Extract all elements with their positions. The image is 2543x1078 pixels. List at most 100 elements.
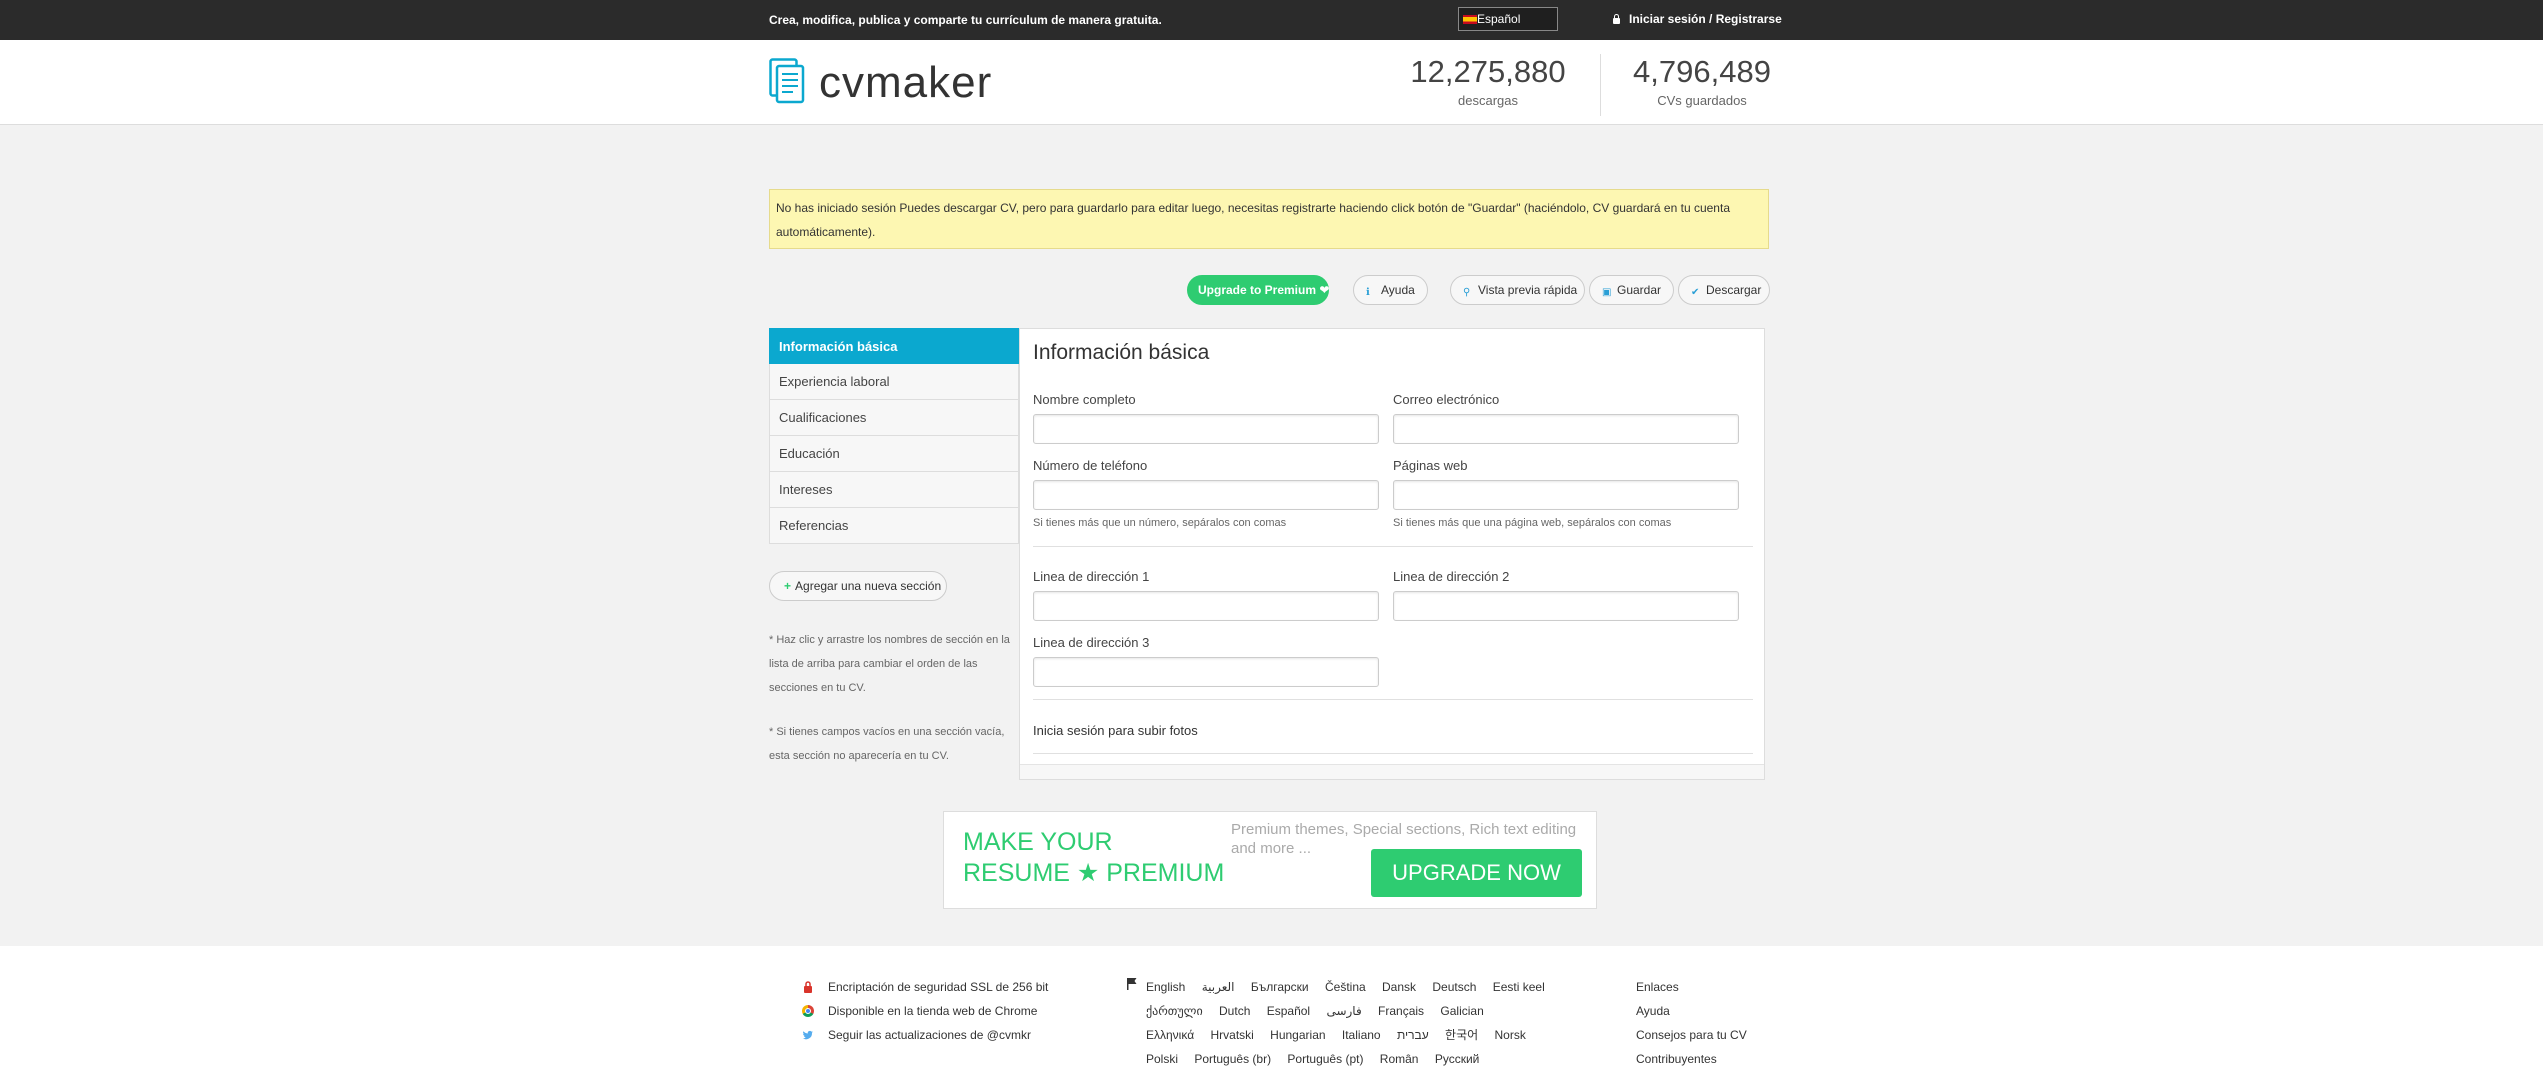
empty-section-note: * Si tienes campos vacíos en una sección… bbox=[769, 726, 1005, 762]
web-pages-field[interactable] bbox=[1393, 480, 1739, 510]
full-name-field[interactable] bbox=[1033, 414, 1379, 444]
phone-help: Si tienes más que un número, sepáralos c… bbox=[1033, 517, 1287, 529]
lang-link[interactable]: Deutsch bbox=[1432, 980, 1476, 994]
download-button[interactable]: ✔ Descargar bbox=[1678, 275, 1770, 305]
chrome-icon bbox=[802, 1005, 814, 1017]
header: cvmaker 12,275,880 descargas 4,796,489 C… bbox=[0, 40, 2543, 125]
address-line-3-label: Linea de dirección 3 bbox=[1033, 635, 1150, 650]
login-register-link[interactable]: Iniciar sesión / Registrarse bbox=[1612, 12, 1782, 26]
document-logo-icon bbox=[769, 58, 805, 104]
twitter-icon bbox=[802, 1030, 813, 1040]
saved-cvs-stat: 4,796,489 CVs guardados bbox=[1632, 54, 1772, 108]
lang-link[interactable]: Dutch bbox=[1219, 1004, 1250, 1018]
address-line-2-field[interactable] bbox=[1393, 591, 1739, 621]
plus-icon: + bbox=[784, 579, 792, 593]
search-icon: ⚲ bbox=[1463, 287, 1471, 298]
upgrade-now-button[interactable]: UPGRADE NOW bbox=[1371, 849, 1582, 897]
language-row: ქართული Dutch Español فارسی Français Gal… bbox=[1146, 999, 1546, 1023]
lang-link[interactable]: ქართული bbox=[1146, 1004, 1203, 1018]
language-row: Polski Português (br) Português (pt) Rom… bbox=[1146, 1047, 1546, 1071]
lang-link[interactable]: Русский bbox=[1435, 1052, 1480, 1066]
premium-banner[interactable]: MAKE YOUR RESUME ★ PREMIUM Premium theme… bbox=[943, 811, 1597, 909]
lang-link[interactable]: Português (pt) bbox=[1287, 1052, 1363, 1066]
add-section-button[interactable]: + Agregar una nueva sección bbox=[769, 571, 947, 601]
email-label: Correo electrónico bbox=[1393, 392, 1500, 407]
lock-icon bbox=[804, 981, 812, 993]
lang-link[interactable]: English bbox=[1146, 980, 1185, 994]
sidebar-item-education[interactable]: Educación bbox=[769, 436, 1019, 472]
login-label: Iniciar sesión / Registrarse bbox=[1629, 12, 1782, 26]
sidebar-item-references[interactable]: Referencias bbox=[769, 508, 1019, 544]
twitter-text: Seguir las actualizaciones de @cvmkr bbox=[828, 1028, 1031, 1042]
lang-link[interactable]: Român bbox=[1380, 1052, 1419, 1066]
lang-link[interactable]: Eesti keel bbox=[1493, 980, 1545, 994]
quick-preview-button[interactable]: ⚲ Vista previa rápida bbox=[1450, 275, 1585, 305]
banner-line-1: MAKE YOUR bbox=[963, 828, 1113, 856]
basic-info-form: Información básica Nombre completo Corre… bbox=[1019, 328, 1765, 780]
preview-label: Vista previa rápida bbox=[1478, 283, 1578, 297]
address-line-1-label: Linea de dirección 1 bbox=[1033, 569, 1150, 584]
form-footer-strip bbox=[1020, 764, 1764, 779]
twitter-link[interactable]: Seguir las actualizaciones de @cvmkr bbox=[800, 1023, 1048, 1047]
spain-flag-icon bbox=[1463, 15, 1477, 25]
sidebar-item-interests[interactable]: Intereses bbox=[769, 472, 1019, 508]
language-links: English العربية Български Čeština Dansk … bbox=[1146, 975, 1546, 1071]
email-field[interactable] bbox=[1393, 414, 1739, 444]
address-line-1-field[interactable] bbox=[1033, 591, 1379, 621]
address-line-2-label: Linea de dirección 2 bbox=[1393, 569, 1510, 584]
footer-link-links[interactable]: Enlaces bbox=[1636, 975, 1747, 999]
language-select-value: Español bbox=[1477, 12, 1521, 26]
address-line-3-field[interactable] bbox=[1033, 657, 1379, 687]
section-list: Información básica Experiencia laboral C… bbox=[769, 328, 1019, 544]
help-button[interactable]: ℹ Ayuda bbox=[1353, 275, 1428, 305]
lang-link[interactable]: فارسی bbox=[1326, 1004, 1361, 1018]
lang-link[interactable]: Español bbox=[1267, 1004, 1310, 1018]
lang-link[interactable]: 한국어 bbox=[1445, 1028, 1478, 1042]
sidebar-item-work-experience[interactable]: Experiencia laboral bbox=[769, 364, 1019, 400]
save-button[interactable]: ▣ Guardar bbox=[1589, 275, 1674, 305]
login-upload-photo-link[interactable]: Inicia sesión para subir fotos bbox=[1033, 723, 1198, 738]
language-select[interactable]: Español bbox=[1458, 7, 1558, 31]
footer-info: Encriptación de seguridad SSL de 256 bit… bbox=[800, 975, 1048, 1047]
sidebar-item-basic-info[interactable]: Información básica bbox=[769, 328, 1019, 364]
download-label: Descargar bbox=[1706, 283, 1762, 297]
footer-link-help[interactable]: Ayuda bbox=[1636, 999, 1747, 1023]
lang-link[interactable]: Italiano bbox=[1342, 1028, 1381, 1042]
web-pages-help: Si tienes más que una página web, sepára… bbox=[1393, 517, 1672, 529]
upgrade-premium-button[interactable]: Upgrade to Premium ❤ bbox=[1187, 275, 1329, 305]
login-notice: No has iniciado sesión Puedes descargar … bbox=[769, 189, 1769, 249]
web-pages-label: Páginas web bbox=[1393, 458, 1468, 473]
sidebar-item-qualifications[interactable]: Cualificaciones bbox=[769, 400, 1019, 436]
lang-link[interactable]: עברית bbox=[1397, 1028, 1429, 1042]
lang-link[interactable]: Français bbox=[1378, 1004, 1424, 1018]
lang-link[interactable]: Português (br) bbox=[1194, 1052, 1271, 1066]
lang-link[interactable]: Čeština bbox=[1325, 980, 1366, 994]
footer-link-contributors[interactable]: Contribuyentes bbox=[1636, 1047, 1747, 1071]
lock-icon bbox=[1612, 14, 1621, 24]
downloads-count: 12,275,880 bbox=[1410, 54, 1566, 89]
tagline: Crea, modifica, publica y comparte tu cu… bbox=[769, 13, 1162, 27]
save-label: Guardar bbox=[1617, 283, 1662, 297]
lang-link[interactable]: Български bbox=[1251, 980, 1309, 994]
phone-field[interactable] bbox=[1033, 480, 1379, 510]
phone-label: Número de teléfono bbox=[1033, 458, 1148, 473]
lang-link[interactable]: Norsk bbox=[1495, 1028, 1526, 1042]
lang-link[interactable]: Hrvatski bbox=[1210, 1028, 1253, 1042]
downloads-label: descargas bbox=[1458, 93, 1518, 108]
lang-link[interactable]: العربية bbox=[1202, 980, 1235, 994]
footer-link-cv-tips[interactable]: Consejos para tu CV bbox=[1636, 1023, 1747, 1047]
chrome-store-link[interactable]: Disponible en la tienda web de Chrome bbox=[800, 999, 1048, 1023]
downloads-stat: 12,275,880 descargas bbox=[1410, 54, 1566, 108]
saved-cvs-label: CVs guardados bbox=[1657, 93, 1747, 108]
lang-link[interactable]: Dansk bbox=[1382, 980, 1416, 994]
lang-link[interactable]: Ελληνικά bbox=[1146, 1028, 1194, 1042]
add-section-label: Agregar una nueva sección bbox=[795, 579, 942, 593]
lang-link[interactable]: Hungarian bbox=[1270, 1028, 1325, 1042]
lang-link[interactable]: Polski bbox=[1146, 1052, 1178, 1066]
footer: Encriptación de seguridad SSL de 256 bit… bbox=[0, 946, 2543, 1078]
stat-divider bbox=[1600, 54, 1601, 116]
banner-headline: MAKE YOUR RESUME ★ PREMIUM bbox=[963, 827, 1224, 889]
lang-link[interactable]: Galician bbox=[1440, 1004, 1483, 1018]
divider bbox=[1033, 546, 1753, 547]
help-label: Ayuda bbox=[1381, 283, 1415, 297]
